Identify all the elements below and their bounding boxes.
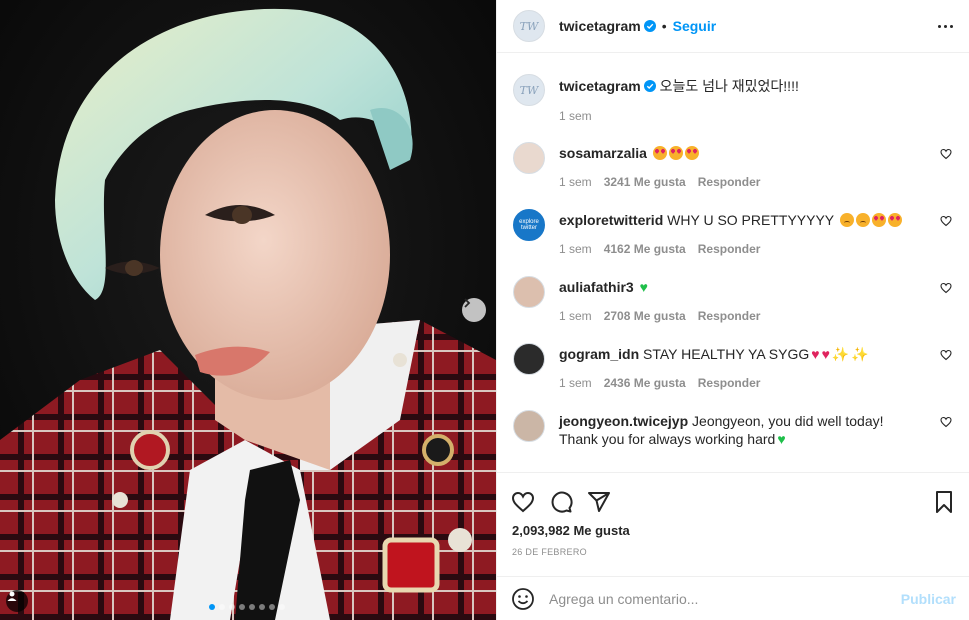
comment-likes[interactable]: 4162 Me gusta bbox=[604, 240, 686, 258]
more-options-icon[interactable] bbox=[938, 24, 953, 28]
follow-button[interactable]: Seguir bbox=[673, 18, 717, 34]
caption: TW twicetagram 오늘도 넘나 재밌었다!!!! 1 sem bbox=[513, 74, 954, 125]
list-item: sosamarzalia 1 sem 3241 Me gusta Respond… bbox=[513, 142, 954, 191]
avatar[interactable]: explore twitter bbox=[513, 209, 545, 241]
comment-composer: Publicar bbox=[497, 576, 969, 620]
heart-icon[interactable] bbox=[940, 215, 952, 227]
post-photo[interactable] bbox=[0, 0, 496, 620]
list-item: auliafathir3 ♥ 1 sem 2708 Me gusta Respo… bbox=[513, 276, 954, 325]
carousel-dot bbox=[259, 604, 265, 610]
comment-time[interactable]: 1 sem bbox=[559, 374, 592, 392]
reply-button[interactable]: Responder bbox=[698, 240, 761, 258]
red-heart-emoji: ♥ bbox=[811, 346, 820, 362]
heart-eyes-emoji bbox=[668, 146, 683, 160]
heart-icon[interactable] bbox=[940, 148, 952, 160]
reply-button[interactable]: Responder bbox=[698, 307, 761, 325]
heart-icon[interactable] bbox=[940, 416, 952, 428]
post-header: TW twicetagram • Seguir bbox=[497, 0, 969, 53]
avatar[interactable] bbox=[513, 410, 545, 442]
heart-eyes-emoji bbox=[652, 146, 667, 160]
comment-likes[interactable]: 3241 Me gusta bbox=[604, 173, 686, 191]
avatar[interactable] bbox=[513, 343, 545, 375]
pleading-emoji bbox=[855, 213, 870, 227]
sparkles-emoji: ✨ bbox=[831, 346, 850, 362]
carousel-next-button[interactable] bbox=[462, 298, 486, 322]
author-username[interactable]: twicetagram bbox=[559, 18, 641, 34]
list-item: gogram_idn STAY HEALTHY YA SYGG ♥ ♥ ✨ ✨ 1 se… bbox=[513, 343, 954, 392]
heart-icon[interactable] bbox=[940, 349, 952, 361]
carousel-dot bbox=[249, 604, 255, 610]
green-heart-emoji: ♥ bbox=[639, 279, 648, 295]
carousel-dot bbox=[239, 604, 245, 610]
avatar[interactable]: TW bbox=[513, 10, 545, 42]
separator-dot: • bbox=[661, 18, 667, 34]
avatar-label: explore twitter bbox=[519, 219, 539, 231]
comment-username[interactable]: auliafathir3 bbox=[559, 279, 634, 295]
user-tag-icon bbox=[7, 591, 17, 601]
comment-time[interactable]: 1 sem bbox=[559, 240, 592, 258]
heart-icon[interactable] bbox=[511, 490, 535, 514]
comment-username[interactable]: jeongyeon.twicejyp bbox=[559, 413, 688, 429]
carousel-dot bbox=[209, 604, 215, 610]
comment-username[interactable]: exploretwitterid bbox=[559, 212, 663, 228]
caption-username[interactable]: twicetagram bbox=[559, 78, 641, 94]
avatar[interactable]: TW bbox=[513, 74, 545, 106]
carousel-dot bbox=[279, 604, 285, 610]
reply-button[interactable]: Responder bbox=[698, 173, 761, 191]
green-heart-emoji: ♥ bbox=[777, 431, 786, 447]
comment-username[interactable]: gogram_idn bbox=[559, 346, 639, 362]
comment-username[interactable]: sosamarzalia bbox=[559, 145, 647, 161]
heart-icon[interactable] bbox=[940, 282, 952, 294]
avatar[interactable] bbox=[513, 142, 545, 174]
photo-image bbox=[0, 0, 496, 620]
heart-eyes-emoji bbox=[871, 213, 886, 227]
share-icon[interactable] bbox=[587, 490, 611, 514]
comment-text: STAY HEALTHY YA SYGG bbox=[643, 346, 810, 362]
pleading-emoji bbox=[839, 213, 854, 227]
post-date[interactable]: 26 DE FEBRERO bbox=[497, 547, 969, 557]
sparkles-emoji: ✨ bbox=[851, 346, 869, 362]
carousel-dot bbox=[219, 604, 225, 610]
caption-text: 오늘도 넘나 재밌었다!!!! bbox=[659, 78, 799, 94]
carousel-dot bbox=[269, 604, 275, 610]
reply-button[interactable]: Responder bbox=[698, 374, 761, 392]
list-item: jeongyeon.twicejyp Jeongyeon, you did we… bbox=[513, 410, 954, 448]
carousel-dot bbox=[229, 604, 235, 610]
post-panel: TW twicetagram • Seguir TW twicetagram 오… bbox=[496, 0, 969, 620]
verified-badge-icon bbox=[643, 80, 656, 92]
list-item: explore twitter exploretwitterid WHY U S… bbox=[513, 209, 954, 258]
publish-button[interactable]: Publicar bbox=[901, 591, 956, 607]
tagged-users-button[interactable] bbox=[6, 590, 28, 612]
comment-time[interactable]: 1 sem bbox=[559, 307, 592, 325]
post-actions: 2,093,982 Me gusta 26 DE FEBRERO bbox=[497, 472, 969, 576]
bookmark-icon[interactable] bbox=[932, 490, 956, 514]
comment-likes[interactable]: 2708 Me gusta bbox=[604, 307, 686, 325]
heart-eyes-emoji bbox=[887, 213, 902, 227]
heart-eyes-emoji bbox=[684, 146, 699, 160]
like-count[interactable]: 2,093,982 Me gusta bbox=[497, 523, 969, 538]
avatar[interactable] bbox=[513, 276, 545, 308]
carousel-indicator bbox=[209, 604, 285, 610]
red-heart-emoji: ♥ bbox=[821, 346, 830, 362]
caption-time[interactable]: 1 sem bbox=[559, 107, 592, 125]
comment-input[interactable] bbox=[549, 590, 901, 607]
emoji-icon[interactable] bbox=[511, 587, 535, 611]
comment-likes[interactable]: 2436 Me gusta bbox=[604, 374, 686, 392]
verified-badge-icon bbox=[643, 20, 656, 32]
comments-list[interactable]: TW twicetagram 오늘도 넘나 재밌었다!!!! 1 sem sos… bbox=[497, 54, 969, 472]
comment-text: WHY U SO PRETTYYYYY bbox=[667, 212, 834, 228]
comment-icon[interactable] bbox=[549, 490, 573, 514]
comment-time[interactable]: 1 sem bbox=[559, 173, 592, 191]
chevron-right-icon bbox=[464, 298, 471, 308]
